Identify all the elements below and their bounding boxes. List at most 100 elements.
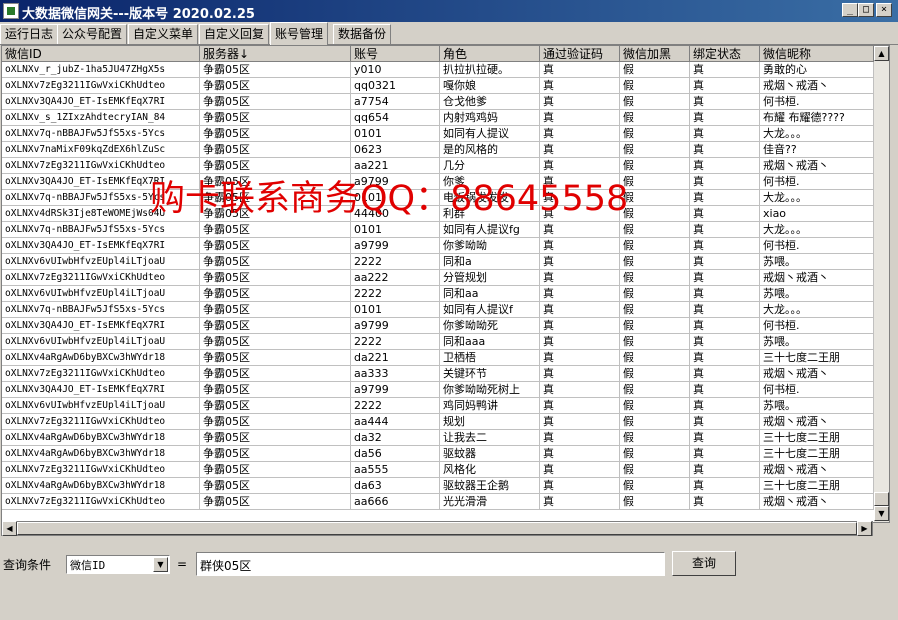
cell-blacklisted[interactable]: 假	[620, 78, 690, 94]
cell-bind-status[interactable]: 真	[690, 206, 760, 222]
cell-nickname[interactable]: 大龙。。。	[760, 222, 874, 238]
cell-server[interactable]: 争霸05区	[200, 334, 351, 350]
cell-nickname[interactable]: 苏喂。	[760, 334, 874, 350]
query-field-select[interactable]: 微信ID ▼	[66, 555, 170, 574]
cell-blacklisted[interactable]: 假	[620, 334, 690, 350]
cell-server[interactable]: 争霸05区	[200, 414, 351, 430]
tab-custom-menu[interactable]: 自定义菜单	[128, 24, 199, 44]
cell-bind-status[interactable]: 真	[690, 494, 760, 510]
cell-verified[interactable]: 真	[540, 142, 620, 158]
cell-wechat-id[interactable]: oXLNXv7zEg3211IGwVxiCKhUdteo	[2, 462, 200, 478]
cell-wechat-id[interactable]: oXLNXv7zEg3211IGwVxiCKhUdteo	[2, 78, 200, 94]
column-header-server[interactable]: 服务器↓	[200, 46, 351, 62]
cell-bind-status[interactable]: 真	[690, 286, 760, 302]
cell-nickname[interactable]: 三十七度二王朋	[760, 446, 874, 462]
cell-account[interactable]: 2222	[351, 286, 440, 302]
cell-verified[interactable]: 真	[540, 302, 620, 318]
cell-role[interactable]: 关键环节	[440, 366, 540, 382]
cell-account[interactable]: a7754	[351, 94, 440, 110]
cell-bind-status[interactable]: 真	[690, 446, 760, 462]
column-header-account[interactable]: 账号	[351, 46, 440, 62]
cell-server[interactable]: 争霸05区	[200, 126, 351, 142]
cell-account[interactable]: a9799	[351, 318, 440, 334]
cell-role[interactable]: 驱蚊器王企鹅	[440, 478, 540, 494]
cell-verified[interactable]: 真	[540, 270, 620, 286]
cell-wechat-id[interactable]: oXLNXv3QA4JO_ET-IsEMKfEqX7RI	[2, 318, 200, 334]
cell-account[interactable]: 2222	[351, 334, 440, 350]
cell-blacklisted[interactable]: 假	[620, 206, 690, 222]
cell-account[interactable]: aa555	[351, 462, 440, 478]
cell-role[interactable]: 同和a	[440, 254, 540, 270]
cell-server[interactable]: 争霸05区	[200, 430, 351, 446]
cell-bind-status[interactable]: 真	[690, 142, 760, 158]
scroll-right-icon[interactable]: ▶	[857, 521, 872, 536]
cell-blacklisted[interactable]: 假	[620, 126, 690, 142]
table-row[interactable]: oXLNXv3QA4JO_ET-IsEMKfEqX7RI 争霸05区 a9799 你爹…	[2, 382, 874, 398]
cell-bind-status[interactable]: 真	[690, 318, 760, 334]
column-header-wechat-id[interactable]: 微信ID	[2, 46, 200, 62]
scroll-thumb[interactable]	[874, 492, 889, 506]
cell-wechat-id[interactable]: oXLNXv7q-nBBAJFw5JfS5xs-5Ycs	[2, 302, 200, 318]
cell-account[interactable]: a9799	[351, 238, 440, 254]
table-row[interactable]: oXLNXv7q-nBBAJFw5JfS5xs-5Ycs 争霸05区 0101 如同有…	[2, 222, 874, 238]
cell-blacklisted[interactable]: 假	[620, 494, 690, 510]
cell-blacklisted[interactable]: 假	[620, 62, 690, 78]
cell-server[interactable]: 争霸05区	[200, 350, 351, 366]
tab-run-log[interactable]: 运行日志	[0, 24, 59, 44]
cell-server[interactable]: 争霸05区	[200, 238, 351, 254]
cell-nickname[interactable]: xiao	[760, 206, 874, 222]
cell-verified[interactable]: 真	[540, 238, 620, 254]
cell-blacklisted[interactable]: 假	[620, 270, 690, 286]
cell-verified[interactable]: 真	[540, 494, 620, 510]
cell-role[interactable]: 同和aaa	[440, 334, 540, 350]
table-row[interactable]: oXLNXv_s_1ZIxzAhdtecryIAN_84 争霸05区 qq654 内射…	[2, 110, 874, 126]
cell-wechat-id[interactable]: oXLNXv_r_jubZ-1ha5JU47ZHgX5s	[2, 62, 200, 78]
cell-bind-status[interactable]: 真	[690, 238, 760, 254]
cell-nickname[interactable]: 三十七度二王朋	[760, 430, 874, 446]
cell-nickname[interactable]: 戒烟丶戒酒丶	[760, 270, 874, 286]
cell-blacklisted[interactable]: 假	[620, 142, 690, 158]
cell-nickname[interactable]: 戒烟丶戒酒丶	[760, 158, 874, 174]
cell-verified[interactable]: 真	[540, 366, 620, 382]
cell-bind-status[interactable]: 真	[690, 94, 760, 110]
table-row[interactable]: oXLNXv4aRgAwD6byBXCw3hWYdr18 争霸05区 da56 驱蚊器…	[2, 446, 874, 462]
table-row[interactable]: oXLNXv6vUIwbHfvzEUpl4iLTjoaU 争霸05区 2222 鸡同妈…	[2, 398, 874, 414]
cell-nickname[interactable]: 大龙。。。	[760, 190, 874, 206]
cell-nickname[interactable]: 勇敢的心	[760, 62, 874, 78]
cell-verified[interactable]: 真	[540, 478, 620, 494]
cell-server[interactable]: 争霸05区	[200, 142, 351, 158]
table-row[interactable]: oXLNXv6vUIwbHfvzEUpl4iLTjoaU 争霸05区 2222 同和a…	[2, 254, 874, 270]
cell-blacklisted[interactable]: 假	[620, 254, 690, 270]
cell-blacklisted[interactable]: 假	[620, 350, 690, 366]
cell-account[interactable]: 0101	[351, 126, 440, 142]
cell-wechat-id[interactable]: oXLNXv_s_1ZIxzAhdtecryIAN_84	[2, 110, 200, 126]
cell-nickname[interactable]: 苏喂。	[760, 398, 874, 414]
cell-wechat-id[interactable]: oXLNXv7q-nBBAJFw5JfS5xs-5Ycs	[2, 222, 200, 238]
cell-server[interactable]: 争霸05区	[200, 302, 351, 318]
horizontal-scrollbar[interactable]: ◀ ▶	[1, 521, 873, 536]
cell-verified[interactable]: 真	[540, 254, 620, 270]
cell-nickname[interactable]: 布耀 布耀德????	[760, 110, 874, 126]
cell-wechat-id[interactable]: oXLNXv7zEg3211IGwVxiCKhUdteo	[2, 270, 200, 286]
cell-verified[interactable]: 真	[540, 414, 620, 430]
cell-nickname[interactable]: 戒烟丶戒酒丶	[760, 414, 874, 430]
table-row[interactable]: oXLNXv4aRgAwD6byBXCw3hWYdr18 争霸05区 da32 让我去…	[2, 430, 874, 446]
cell-blacklisted[interactable]: 假	[620, 94, 690, 110]
table-row[interactable]: oXLNXv6vUIwbHfvzEUpl4iLTjoaU 争霸05区 2222 同和a…	[2, 334, 874, 350]
cell-verified[interactable]: 真	[540, 350, 620, 366]
cell-server[interactable]: 争霸05区	[200, 446, 351, 462]
cell-account[interactable]: da32	[351, 430, 440, 446]
cell-account[interactable]: qq654	[351, 110, 440, 126]
cell-nickname[interactable]: 何书桓.	[760, 382, 874, 398]
cell-blacklisted[interactable]: 假	[620, 158, 690, 174]
table-row[interactable]: oXLNXv7zEg3211IGwVxiCKhUdteo 争霸05区 aa666 光光…	[2, 494, 874, 510]
cell-server[interactable]: 争霸05区	[200, 382, 351, 398]
cell-role[interactable]: 是的风格的	[440, 142, 540, 158]
cell-bind-status[interactable]: 真	[690, 398, 760, 414]
cell-server[interactable]: 争霸05区	[200, 318, 351, 334]
scroll-up-icon[interactable]: ▲	[874, 46, 889, 61]
cell-role[interactable]: 如同有人提议f	[440, 302, 540, 318]
cell-bind-status[interactable]: 真	[690, 430, 760, 446]
table-row[interactable]: oXLNXv3QA4JO_ET-IsEMKfEqX7RI 争霸05区 a7754 仓戈…	[2, 94, 874, 110]
cell-wechat-id[interactable]: oXLNXv7q-nBBAJFw5JfS5xs-5Ycs	[2, 126, 200, 142]
